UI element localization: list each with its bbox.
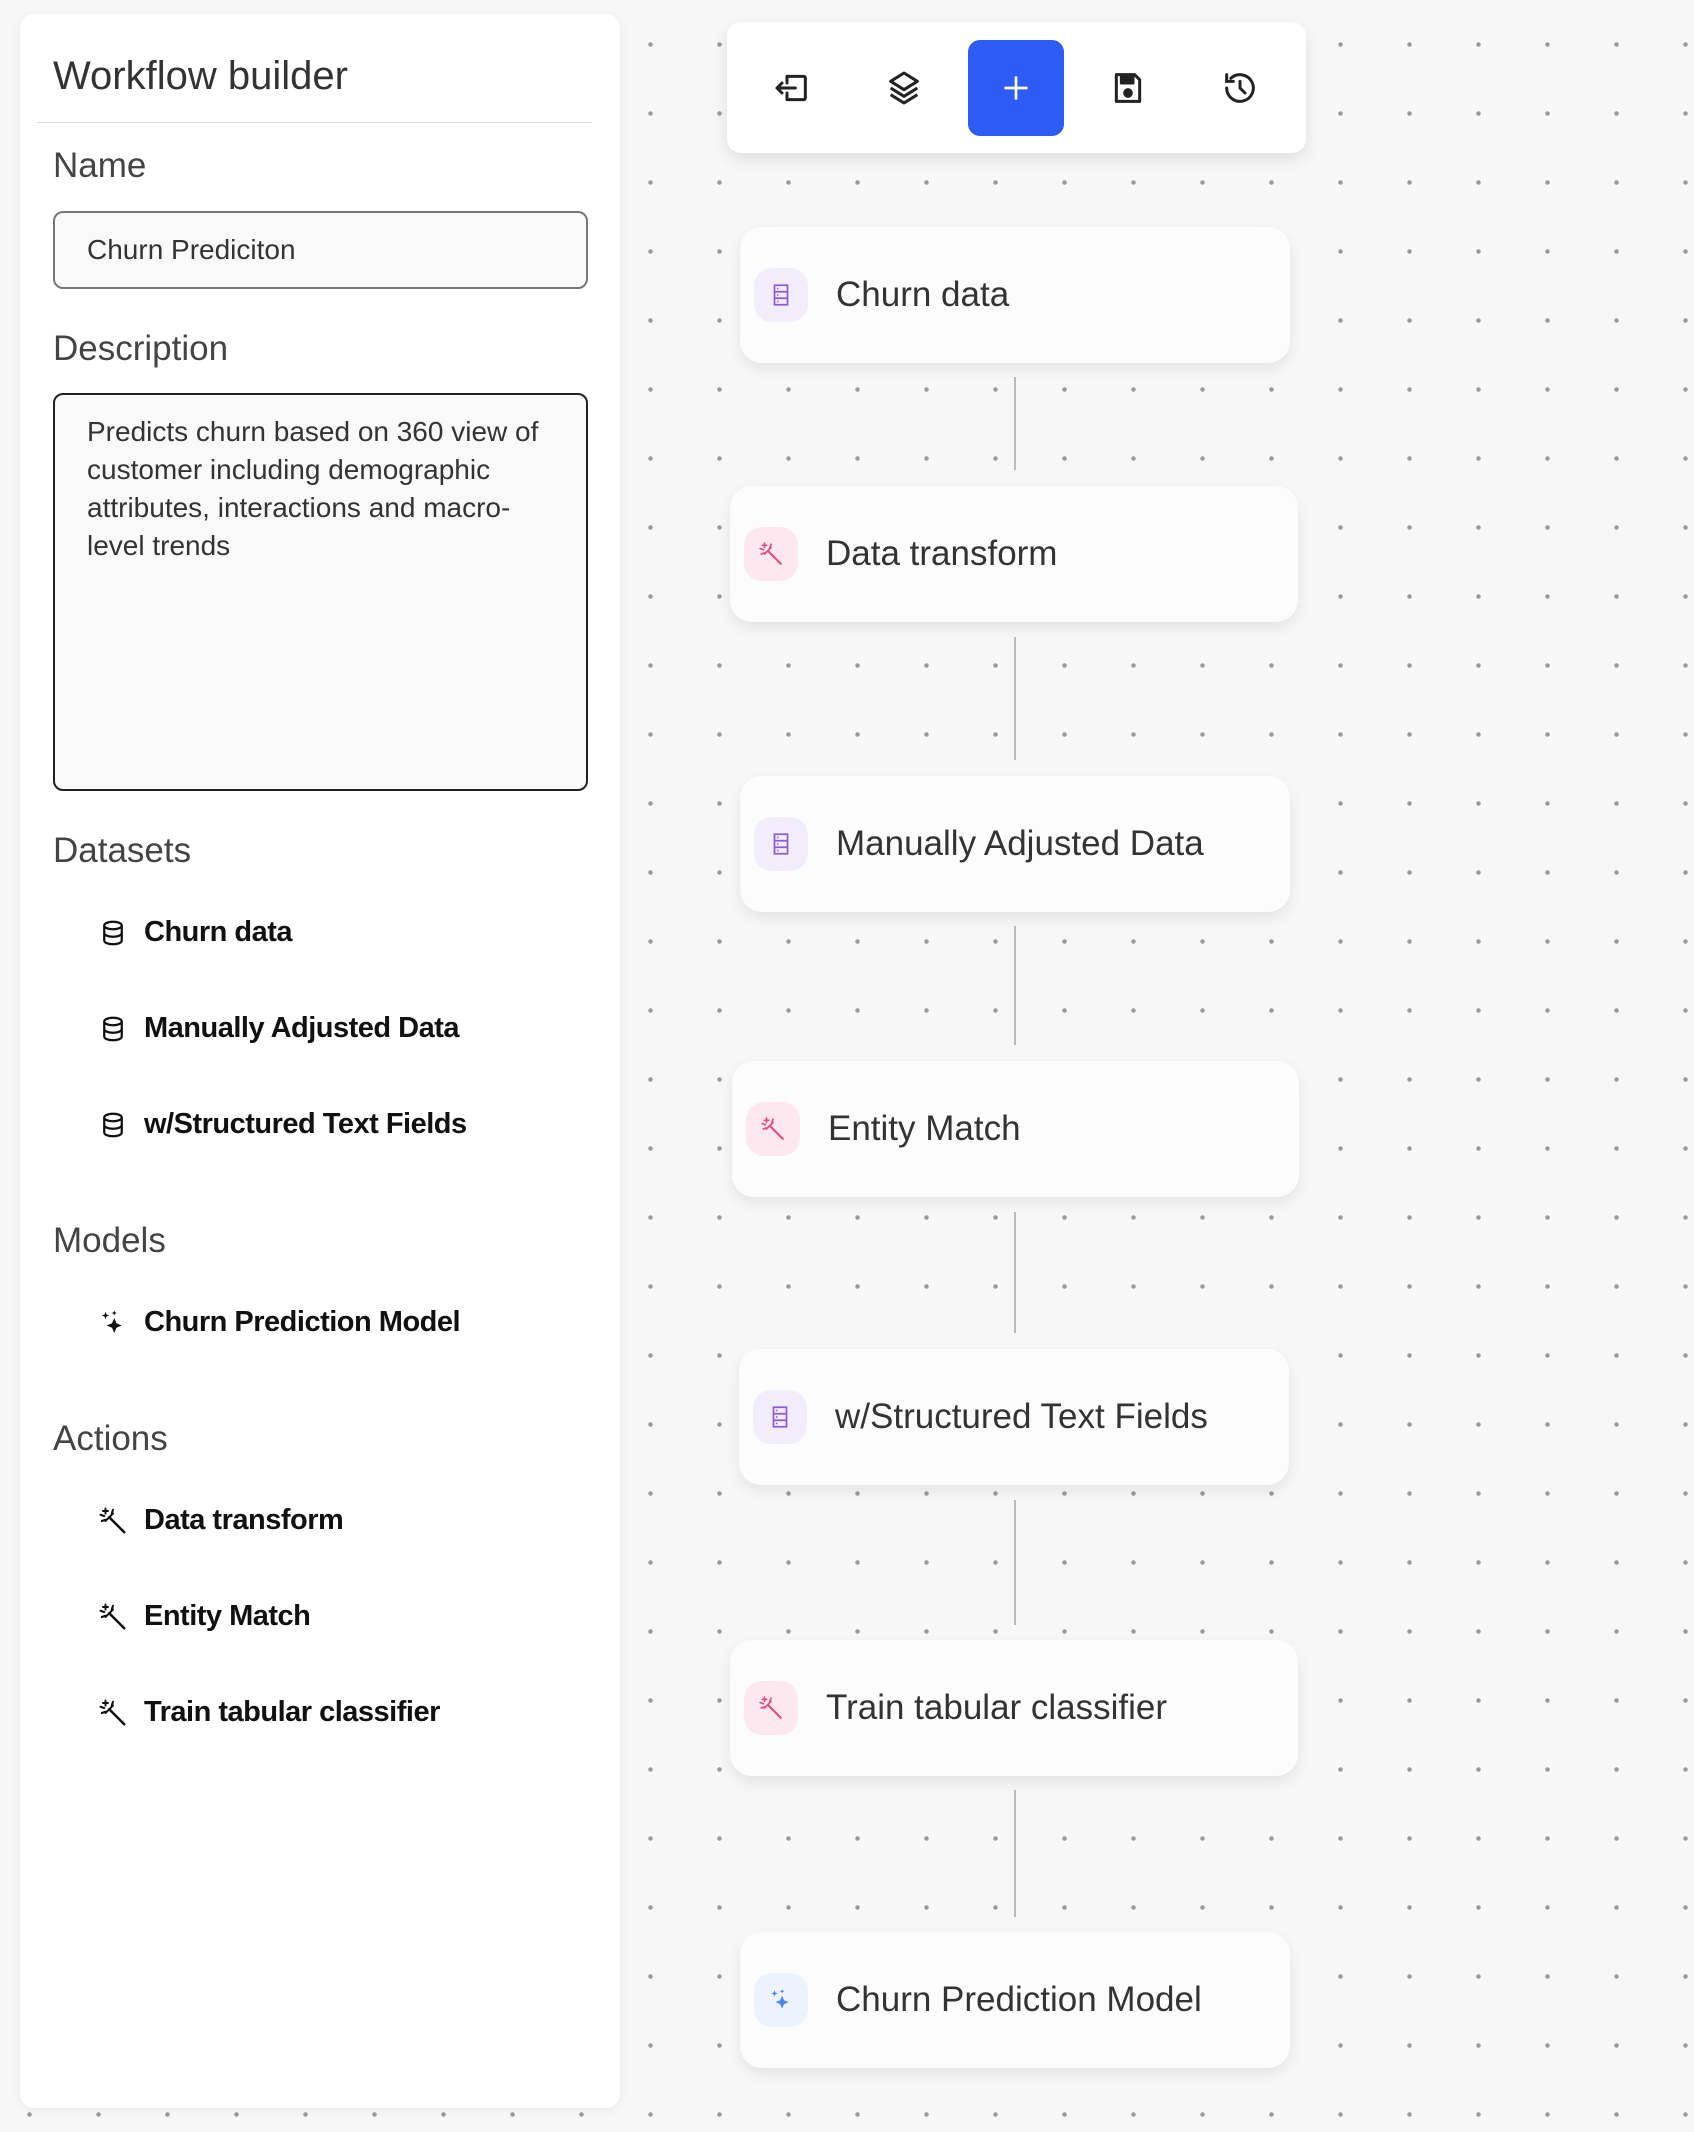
models-label: Models: [53, 1221, 166, 1260]
workflow-node-model[interactable]: Churn Prediction Model: [740, 1932, 1290, 2068]
server-icon: [773, 833, 789, 855]
layers-button[interactable]: [856, 40, 952, 136]
workflow-node-action[interactable]: Train tabular classifier: [730, 1640, 1298, 1776]
magic-wand-icon: [759, 542, 782, 565]
node-icon-chip: [754, 817, 808, 871]
node-label: Data transform: [826, 534, 1058, 573]
sidebar-actions-item[interactable]: Entity Match: [98, 1600, 311, 1633]
sidebar-actions-item[interactable]: Train tabular classifier: [98, 1696, 440, 1729]
sidebar-models-item[interactable]: Churn Prediction Model: [98, 1306, 461, 1339]
save-icon: [1114, 73, 1142, 103]
magic-wand-icon: [99, 1507, 126, 1533]
sidebar-datasets-item[interactable]: Churn data: [98, 916, 293, 949]
history-icon: [1225, 73, 1255, 103]
workflow-node-dataset[interactable]: Manually Adjusted Data: [740, 776, 1290, 912]
node-icon-chip: [754, 1973, 808, 2027]
item-label: Churn data: [144, 916, 293, 948]
node-label: Churn data: [836, 275, 1010, 314]
history-button[interactable]: [1192, 40, 1288, 136]
item-label: Manually Adjusted Data: [144, 1012, 460, 1044]
exit-button[interactable]: [744, 40, 840, 136]
workflow-node-dataset[interactable]: Churn data: [740, 227, 1290, 363]
datasets-label: Datasets: [53, 831, 192, 870]
workflow-sidebar: Workflow builder Name Description Predic…: [20, 14, 620, 2108]
sidebar-datasets-item[interactable]: w/Structured Text Fields: [98, 1108, 467, 1141]
divider: [36, 122, 592, 123]
workflow-node-action[interactable]: Data transform: [730, 486, 1298, 622]
connector-line: [1014, 1500, 1016, 1625]
exit-icon: [775, 74, 807, 102]
plus-icon: [1004, 76, 1028, 100]
magic-wand-icon: [99, 1699, 126, 1725]
name-label: Name: [53, 146, 147, 185]
connector-line: [1014, 926, 1016, 1045]
node-label: Manually Adjusted Data: [836, 824, 1204, 863]
connector-line: [1014, 1212, 1016, 1333]
node-icon-chip: [744, 527, 798, 581]
server-icon: [772, 1406, 788, 1428]
node-label: Entity Match: [828, 1109, 1021, 1148]
node-icon-chip: [746, 1102, 800, 1156]
sidebar-actions-item[interactable]: Data transform: [98, 1504, 344, 1537]
save-button[interactable]: [1080, 40, 1176, 136]
node-icon-chip: [753, 1390, 807, 1444]
sidebar-datasets-item[interactable]: Manually Adjusted Data: [98, 1012, 460, 1045]
node-label: Churn Prediction Model: [836, 1980, 1202, 2019]
magic-wand-icon: [761, 1117, 784, 1140]
description-textarea[interactable]: Predicts churn based on 360 view of cust…: [53, 393, 588, 791]
sidebar-title: Workflow builder: [53, 54, 348, 98]
connector-line: [1014, 637, 1016, 760]
add-node-button[interactable]: [968, 40, 1064, 136]
node-icon-chip: [754, 268, 808, 322]
layers-icon: [889, 71, 919, 105]
database-icon: [103, 920, 123, 945]
actions-label: Actions: [53, 1419, 168, 1458]
name-input[interactable]: [53, 211, 588, 289]
item-label: w/Structured Text Fields: [144, 1108, 467, 1140]
toolbar: [727, 22, 1306, 153]
description-label: Description: [53, 329, 229, 368]
workflow-node-dataset[interactable]: w/Structured Text Fields: [739, 1349, 1289, 1485]
connector-line: [1014, 377, 1016, 470]
workflow-node-action[interactable]: Entity Match: [732, 1061, 1299, 1197]
magic-wand-icon: [99, 1603, 126, 1629]
node-label: Train tabular classifier: [826, 1688, 1168, 1727]
sparkles-icon: [101, 1310, 122, 1333]
node-label: w/Structured Text Fields: [835, 1397, 1208, 1436]
database-icon: [103, 1016, 123, 1041]
connector-line: [1014, 1790, 1016, 1917]
magic-wand-icon: [759, 1696, 782, 1719]
item-label: Entity Match: [144, 1600, 311, 1632]
item-label: Churn Prediction Model: [144, 1306, 461, 1338]
server-icon: [773, 284, 789, 306]
database-icon: [103, 1112, 123, 1137]
item-label: Train tabular classifier: [144, 1696, 440, 1728]
sparkles-icon: [771, 1989, 789, 2009]
node-icon-chip: [744, 1681, 798, 1735]
item-label: Data transform: [144, 1504, 344, 1536]
